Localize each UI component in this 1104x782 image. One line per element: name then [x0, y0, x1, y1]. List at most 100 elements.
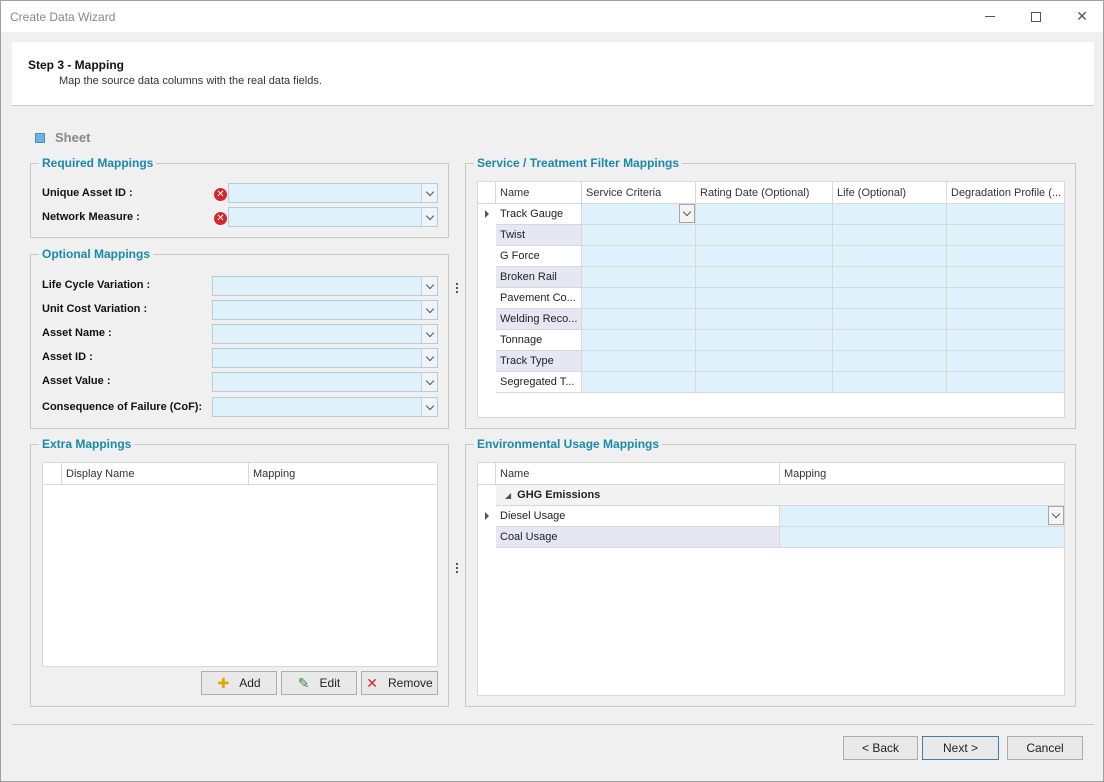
rating-date-cell[interactable]: [696, 309, 833, 330]
life-cell[interactable]: [833, 204, 947, 225]
table-row[interactable]: G Force: [478, 246, 1064, 267]
chevron-down-icon[interactable]: [421, 373, 437, 391]
service-criteria-cell[interactable]: [582, 330, 696, 351]
table-row[interactable]: Diesel Usage: [478, 506, 1064, 527]
degradation-profile-cell[interactable]: [947, 288, 1064, 309]
edit-button[interactable]: ✎ Edit: [281, 671, 357, 695]
unit-cost-variation-combo[interactable]: [212, 300, 438, 320]
degradation-profile-cell[interactable]: [947, 372, 1064, 393]
column-header-service-criteria[interactable]: Service Criteria: [582, 182, 696, 204]
vertical-splitter-handle[interactable]: [456, 563, 459, 573]
column-header-display-name[interactable]: Display Name: [62, 463, 249, 485]
network-measure-combo[interactable]: [228, 207, 438, 227]
degradation-profile-cell[interactable]: [947, 330, 1064, 351]
unique-asset-id-combo[interactable]: [228, 183, 438, 203]
table-row[interactable]: Track Gauge: [478, 204, 1064, 225]
service-criteria-cell[interactable]: [582, 351, 696, 372]
chevron-down-icon[interactable]: [421, 398, 437, 416]
column-header-indicator: [43, 463, 62, 485]
life-cell[interactable]: [833, 225, 947, 246]
table-row[interactable]: Welding Reco...: [478, 309, 1064, 330]
mapping-cell[interactable]: [780, 506, 1064, 527]
life-cell[interactable]: [833, 309, 947, 330]
service-criteria-cell[interactable]: [582, 225, 696, 246]
service-criteria-cell[interactable]: [582, 309, 696, 330]
column-header-rating-date[interactable]: Rating Date (Optional): [696, 182, 833, 204]
mapping-cell[interactable]: [780, 527, 1064, 548]
column-header-degradation-profile[interactable]: Degradation Profile (...: [947, 182, 1064, 204]
asset-value-combo[interactable]: [212, 372, 438, 392]
rating-date-cell[interactable]: [696, 330, 833, 351]
degradation-profile-cell[interactable]: [947, 351, 1064, 372]
life-cell[interactable]: [833, 267, 947, 288]
service-treatment-group: Service / Treatment Filter Mappings Name…: [465, 156, 1076, 429]
degradation-profile-cell[interactable]: [947, 246, 1064, 267]
rating-date-cell[interactable]: [696, 204, 833, 225]
degradation-profile-cell[interactable]: [947, 204, 1064, 225]
table-row[interactable]: Coal Usage: [478, 527, 1064, 548]
life-cell[interactable]: [833, 288, 947, 309]
service-criteria-cell[interactable]: [582, 288, 696, 309]
asset-id-combo[interactable]: [212, 348, 438, 368]
table-row[interactable]: Tonnage: [478, 330, 1064, 351]
degradation-profile-cell[interactable]: [947, 225, 1064, 246]
table-row[interactable]: Pavement Co...: [478, 288, 1064, 309]
life-cycle-variation-combo[interactable]: [212, 276, 438, 296]
asset-name-combo[interactable]: [212, 324, 438, 344]
degradation-profile-cell[interactable]: [947, 267, 1064, 288]
rating-date-cell[interactable]: [696, 246, 833, 267]
rating-date-cell[interactable]: [696, 267, 833, 288]
group-row[interactable]: ◢ GHG Emissions: [478, 485, 1064, 506]
cof-combo[interactable]: [212, 397, 438, 417]
rating-date-cell[interactable]: [696, 288, 833, 309]
chevron-down-icon[interactable]: [1048, 506, 1064, 525]
chevron-down-icon[interactable]: [421, 184, 437, 202]
life-cell[interactable]: [833, 246, 947, 267]
rating-date-cell[interactable]: [696, 225, 833, 246]
life-cell[interactable]: [833, 330, 947, 351]
chevron-down-icon[interactable]: [421, 208, 437, 226]
service-criteria-cell[interactable]: [582, 204, 696, 225]
collapse-triangle-icon[interactable]: ◢: [505, 491, 511, 500]
column-header-mapping[interactable]: Mapping: [780, 463, 1064, 485]
chevron-down-icon[interactable]: [421, 349, 437, 367]
error-icon: ✕: [214, 212, 227, 225]
table-row[interactable]: Broken Rail: [478, 267, 1064, 288]
degradation-profile-cell[interactable]: [947, 309, 1064, 330]
column-header-mapping[interactable]: Mapping: [249, 463, 437, 485]
life-cell[interactable]: [833, 351, 947, 372]
service-criteria-cell[interactable]: [582, 246, 696, 267]
table-row[interactable]: Twist: [478, 225, 1064, 246]
environmental-usage-grid[interactable]: Name Mapping ◢ GHG Emissions Diesel Usage…: [477, 462, 1065, 696]
maximize-button[interactable]: [1013, 1, 1059, 32]
cancel-button[interactable]: Cancel: [1007, 736, 1083, 760]
service-treatment-grid[interactable]: Name Service Criteria Rating Date (Optio…: [477, 181, 1065, 418]
table-row[interactable]: Segregated T...: [478, 372, 1064, 393]
column-header-name[interactable]: Name: [496, 182, 582, 204]
vertical-splitter-handle[interactable]: [456, 283, 459, 293]
rating-date-cell[interactable]: [696, 372, 833, 393]
life-cell[interactable]: [833, 372, 947, 393]
service-criteria-cell[interactable]: [582, 267, 696, 288]
chevron-down-icon[interactable]: [421, 301, 437, 319]
sheet-selector[interactable]: Sheet: [35, 130, 90, 145]
row-name: Coal Usage: [496, 527, 780, 548]
rating-date-cell[interactable]: [696, 351, 833, 372]
column-header-life[interactable]: Life (Optional): [833, 182, 947, 204]
pencil-icon: ✎: [297, 675, 310, 691]
minimize-button[interactable]: [967, 1, 1013, 32]
remove-button[interactable]: ✕ Remove: [361, 671, 438, 695]
chevron-down-icon[interactable]: [679, 204, 695, 223]
extra-mappings-grid[interactable]: Display Name Mapping: [42, 462, 438, 667]
back-button[interactable]: < Back: [843, 736, 918, 760]
service-criteria-cell[interactable]: [582, 372, 696, 393]
close-button[interactable]: ✕: [1059, 1, 1104, 32]
table-row[interactable]: Track Type: [478, 351, 1064, 372]
add-button[interactable]: ✚ Add: [201, 671, 277, 695]
column-header-name[interactable]: Name: [496, 463, 780, 485]
chevron-down-icon[interactable]: [421, 325, 437, 343]
chevron-down-icon[interactable]: [421, 277, 437, 295]
footer-divider: [12, 724, 1094, 725]
group-row-cell[interactable]: ◢ GHG Emissions: [496, 485, 1064, 506]
next-button[interactable]: Next >: [922, 736, 999, 760]
